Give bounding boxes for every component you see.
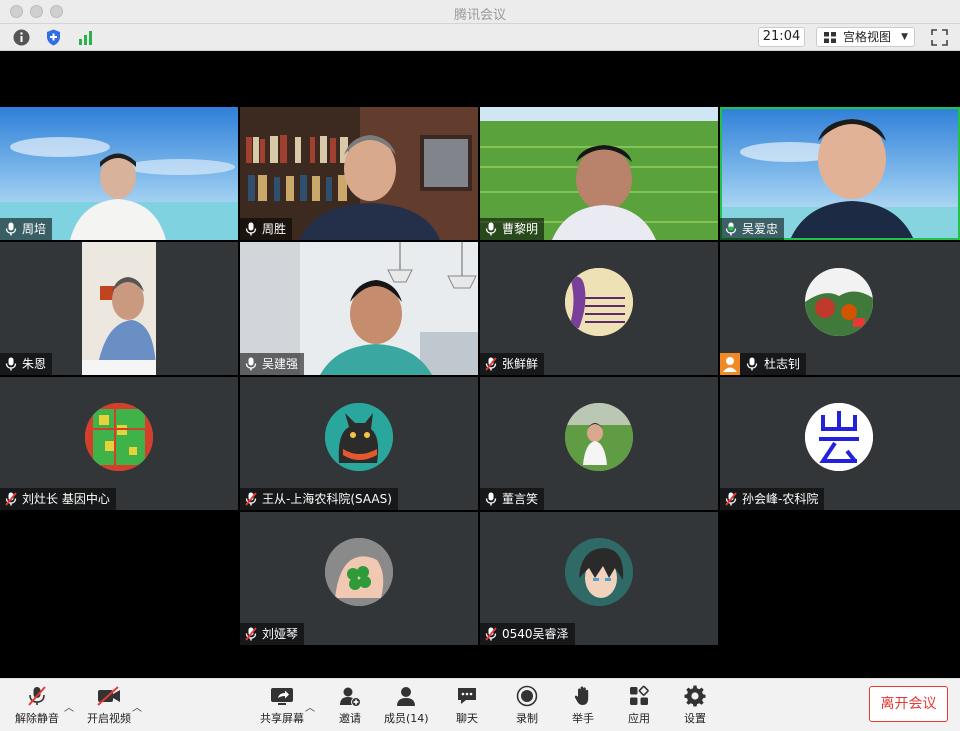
avatar [805, 403, 873, 471]
participant-name-tag: 曹黎明 [480, 218, 545, 240]
participant-tile[interactable]: 王从-上海农科院(SAAS) [240, 377, 478, 510]
participant-tile[interactable]: 周胜 [240, 107, 478, 240]
participant-name-tag: 吴爱忠 [720, 218, 785, 240]
caret-down-icon: ▼ [901, 32, 908, 42]
participant-name-tag: 杜志钊 [720, 353, 807, 375]
avatar [565, 538, 633, 606]
avatar [325, 403, 393, 471]
host-badge-icon [720, 353, 740, 375]
settings-button[interactable]: 设置 [678, 683, 712, 729]
microphone-muted-icon [485, 627, 497, 641]
logo-icon [805, 403, 873, 471]
microphone-speaking-icon [725, 222, 737, 236]
security-shield-icon[interactable] [44, 28, 63, 47]
participant-tile[interactable]: 董言笑 [480, 377, 718, 510]
meeting-clock: 21:04 [758, 27, 805, 47]
participant-name-tag: 0540吴睿泽 [480, 623, 575, 645]
microphone-on-icon [485, 492, 497, 506]
video-options-chevron-icon[interactable]: ︿ [132, 699, 142, 714]
participant-name-tag: 王从-上海农科院(SAAS) [240, 488, 398, 510]
apps-grid-icon [630, 685, 649, 705]
fullscreen-icon[interactable] [930, 28, 949, 47]
signal-strength-icon[interactable] [76, 28, 95, 47]
members-icon [397, 687, 415, 706]
window-title: 腾讯会议 [453, 8, 506, 23]
microphone-on-icon [746, 357, 758, 371]
microphone-muted-icon [245, 627, 257, 641]
participant-name-tag: 刘娅琴 [240, 623, 305, 645]
grid-view-icon [824, 32, 836, 43]
participant-tile[interactable]: 孙会峰-农科院 [720, 377, 960, 510]
avatar [805, 268, 873, 336]
microphone-muted-icon [245, 492, 257, 506]
avatar [565, 268, 633, 336]
view-mode-label: 宫格视图 [843, 30, 892, 44]
microphone-on-icon [245, 357, 257, 371]
raise-hand-button[interactable]: 举手 [566, 683, 600, 729]
gear-icon [684, 685, 706, 707]
members-button[interactable]: 成员(14) [384, 683, 429, 729]
add-user-icon [340, 687, 361, 707]
video-camera-off-icon [97, 686, 120, 706]
info-icon[interactable] [12, 28, 31, 47]
participant-name-tag: 孙会峰-农科院 [720, 488, 825, 510]
unmute-button[interactable]: 解除静音 [10, 683, 64, 729]
participant-tile[interactable]: 朱恩 [0, 242, 238, 375]
participant-tile-active-speaker[interactable]: 吴爱忠 [720, 107, 960, 240]
participant-name-tag: 周培 [0, 218, 53, 240]
chat-button[interactable]: 聊天 [450, 683, 484, 729]
participant-tile[interactable]: 刘灶长 基因中心 [0, 377, 238, 510]
raise-hand-icon [574, 686, 589, 705]
participant-name-tag: 刘灶长 基因中心 [0, 488, 116, 510]
avatar [85, 403, 153, 471]
share-options-chevron-icon[interactable]: ︿ [305, 699, 315, 714]
microphone-on-icon [5, 357, 17, 371]
microphone-on-icon [485, 222, 497, 236]
participant-tile[interactable]: 吴建强 [240, 242, 478, 375]
participant-name-tag: 董言笑 [480, 488, 545, 510]
record-icon [516, 685, 538, 707]
avatar [325, 538, 393, 606]
title-bar: 腾讯会议 [0, 0, 960, 24]
share-screen-button[interactable]: 共享屏幕 [256, 683, 308, 729]
microphone-on-icon [5, 222, 17, 236]
participant-name-tag: 周胜 [240, 218, 293, 240]
microphone-muted-icon [5, 492, 17, 506]
microphone-muted-icon [28, 686, 46, 706]
audio-options-chevron-icon[interactable]: ︿ [64, 699, 74, 714]
participant-tile[interactable]: 曹黎明 [480, 107, 718, 240]
microphone-on-icon [245, 222, 257, 236]
avatar [565, 403, 633, 471]
invite-button[interactable]: 邀请 [332, 683, 368, 729]
meeting-info-bar: 21:04 宫格视图 ▼ [0, 24, 960, 51]
participant-name-tag: 朱恩 [0, 353, 53, 375]
start-video-button[interactable]: 开启视频 [84, 683, 134, 729]
meeting-controls-bar: 解除静音 ︿ 开启视频 ︿ 共享屏幕 ︿ 邀请 成员(14) 聊天 录制 举手 … [0, 678, 960, 731]
participant-tile[interactable]: 刘娅琴 [240, 512, 478, 645]
record-button[interactable]: 录制 [510, 683, 544, 729]
microphone-muted-icon [485, 357, 497, 371]
participant-tile[interactable]: 周培 [0, 107, 238, 240]
chat-bubble-icon [458, 688, 476, 704]
participant-name-tag: 张鲜鲜 [480, 353, 545, 375]
view-mode-dropdown[interactable]: 宫格视图 ▼ [816, 27, 915, 47]
share-screen-icon [271, 688, 293, 705]
participant-name-tag: 吴建强 [240, 353, 305, 375]
microphone-muted-icon [725, 492, 737, 506]
participant-tile[interactable]: 0540吴睿泽 [480, 512, 718, 645]
video-grid: 周培 周胜 曹黎明 吴爱忠 朱恩 吴建强 张鲜鲜 杜志钊 刘灶长 基因中心 王从… [0, 107, 960, 647]
participant-tile[interactable]: 杜志钊 [720, 242, 960, 375]
apps-button[interactable]: 应用 [622, 683, 656, 729]
leave-meeting-button[interactable]: 离开会议 [869, 686, 948, 722]
participant-tile[interactable]: 张鲜鲜 [480, 242, 718, 375]
